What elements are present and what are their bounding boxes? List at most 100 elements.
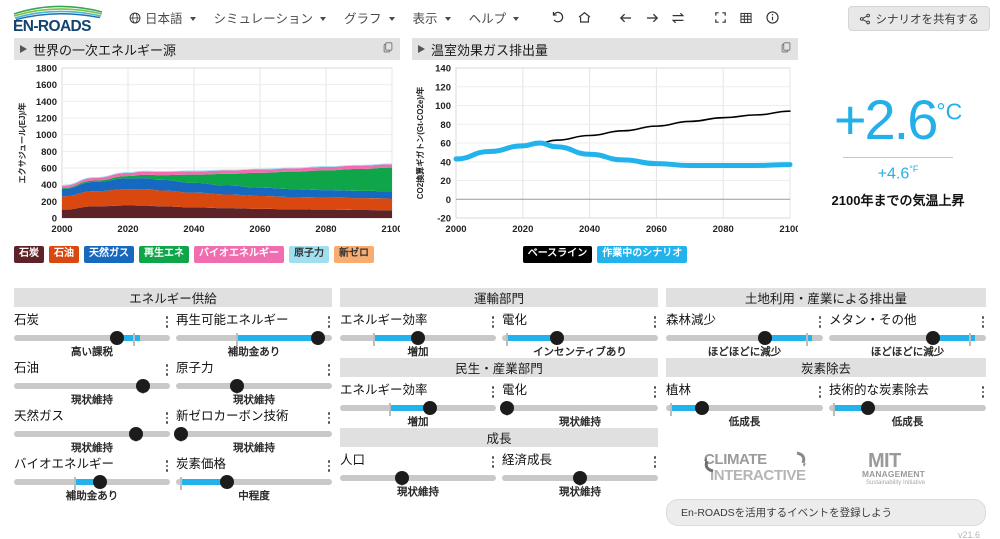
- slider-knob[interactable]: [695, 401, 709, 415]
- slider-options-menu-icon[interactable]: [488, 453, 497, 468]
- slider-knob[interactable]: [136, 379, 150, 393]
- back-arrow-icon[interactable]: [614, 6, 638, 30]
- slider-options-menu-icon[interactable]: [324, 409, 333, 424]
- mit-logo[interactable]: MIT MANAGEMENT Sustainability Initiative: [862, 448, 948, 491]
- x-axis-tick-label: 2080: [315, 224, 336, 235]
- slider-control[interactable]: [502, 330, 658, 346]
- slider-track[interactable]: [502, 405, 658, 411]
- expand-triangle-icon[interactable]: [418, 45, 425, 53]
- slider-knob[interactable]: [758, 331, 772, 345]
- nav-item-simulation[interactable]: シミュレーション: [205, 4, 336, 31]
- slider-options-menu-icon[interactable]: [162, 457, 171, 472]
- slider-track[interactable]: [340, 475, 496, 481]
- slider-knob[interactable]: [220, 475, 234, 489]
- slider-新ゼロカーボン技術: 新ゼロカーボン技術現状維持: [176, 406, 332, 454]
- slider-control[interactable]: [829, 400, 986, 416]
- slider-control[interactable]: [340, 330, 496, 346]
- slider-track[interactable]: [14, 335, 170, 341]
- table-icon[interactable]: [734, 6, 758, 30]
- slider-options-menu-icon[interactable]: [324, 361, 333, 376]
- legend-chip[interactable]: バイオエネルギー: [194, 246, 284, 263]
- slider-knob[interactable]: [174, 427, 188, 441]
- slider-options-menu-icon[interactable]: [650, 383, 659, 398]
- slider-knob[interactable]: [230, 379, 244, 393]
- forward-arrow-icon[interactable]: [640, 6, 664, 30]
- slider-knob[interactable]: [411, 331, 425, 345]
- slider-knob[interactable]: [861, 401, 875, 415]
- legend-chip[interactable]: 原子力: [289, 246, 329, 263]
- slider-track[interactable]: [176, 383, 332, 389]
- slider-knob[interactable]: [550, 331, 564, 345]
- undo-icon[interactable]: [546, 6, 570, 30]
- share-scenario-button[interactable]: シナリオを共有する: [848, 6, 991, 31]
- slider-options-menu-icon[interactable]: [815, 383, 824, 398]
- slider-options-menu-icon[interactable]: [650, 313, 659, 328]
- slider-knob[interactable]: [311, 331, 325, 345]
- slider-control[interactable]: [14, 474, 170, 490]
- chart1-header[interactable]: 世界の一次エネルギー源: [14, 38, 400, 60]
- slider-knob[interactable]: [129, 427, 143, 441]
- slider-knob[interactable]: [423, 401, 437, 415]
- slider-control[interactable]: [502, 470, 658, 486]
- climate-interactive-logo-line1: CLIMATE: [704, 451, 767, 468]
- slider-knob[interactable]: [573, 471, 587, 485]
- legend-chip[interactable]: 天然ガス: [84, 246, 134, 263]
- register-event-button[interactable]: En-ROADSを活用するイベントを登録しよう: [666, 499, 986, 526]
- copy-icon[interactable]: [780, 40, 792, 58]
- nav-item-graph[interactable]: グラフ: [335, 4, 404, 31]
- slider-track[interactable]: [176, 431, 332, 437]
- slider-options-menu-icon[interactable]: [324, 457, 333, 472]
- nav-item-help[interactable]: ヘルプ: [460, 4, 529, 31]
- slider-knob[interactable]: [93, 475, 107, 489]
- expand-triangle-icon[interactable]: [20, 45, 27, 53]
- slider-options-menu-icon[interactable]: [162, 409, 171, 424]
- slider-options-menu-icon[interactable]: [162, 361, 171, 376]
- slider-options-menu-icon[interactable]: [324, 313, 333, 328]
- swap-icon[interactable]: [666, 6, 690, 30]
- slider-control[interactable]: [340, 470, 496, 486]
- slider-options-menu-icon[interactable]: [162, 313, 171, 328]
- slider-options-menu-icon[interactable]: [488, 383, 497, 398]
- legend-chip[interactable]: 石炭: [14, 246, 44, 263]
- slider-control[interactable]: [176, 330, 332, 346]
- climate-interactive-logo[interactable]: CLIMATE INTERACTIVE: [704, 449, 828, 490]
- slider-control[interactable]: [14, 378, 170, 394]
- slider-control[interactable]: [829, 330, 986, 346]
- legend-chip[interactable]: ベースライン: [523, 246, 593, 263]
- chart2-header[interactable]: 温室効果ガス排出量: [412, 38, 798, 60]
- legend-chip[interactable]: 再生エネ: [139, 246, 189, 263]
- nav-item-language[interactable]: 日本語: [120, 4, 205, 31]
- slider-control[interactable]: [14, 330, 170, 346]
- chart2-title: 温室効果ガス排出量: [431, 40, 774, 59]
- slider-options-menu-icon[interactable]: [650, 453, 659, 468]
- nav-item-display[interactable]: 表示: [404, 4, 460, 31]
- slider-track[interactable]: [14, 431, 170, 437]
- home-icon[interactable]: [572, 6, 596, 30]
- slider-control[interactable]: [176, 378, 332, 394]
- slider-knob[interactable]: [926, 331, 940, 345]
- legend-chip[interactable]: 新ゼロ: [334, 246, 374, 263]
- chevron-down-icon: [389, 17, 395, 21]
- slider-options-menu-icon[interactable]: [978, 383, 987, 398]
- legend-chip[interactable]: 作業中のシナリオ: [597, 246, 687, 263]
- slider-control[interactable]: [666, 330, 823, 346]
- slider-knob[interactable]: [110, 331, 124, 345]
- slider-control[interactable]: [14, 426, 170, 442]
- slider-options-menu-icon[interactable]: [815, 313, 824, 328]
- fullscreen-icon[interactable]: [708, 6, 732, 30]
- slider-control[interactable]: [502, 400, 658, 416]
- slider-options-menu-icon[interactable]: [978, 313, 987, 328]
- slider-options-menu-icon[interactable]: [488, 313, 497, 328]
- slider-knob[interactable]: [500, 401, 514, 415]
- info-icon[interactable]: [760, 6, 784, 30]
- slider-control[interactable]: [666, 400, 823, 416]
- copy-icon[interactable]: [382, 40, 394, 58]
- legend-chip[interactable]: 石油: [49, 246, 79, 263]
- slider-knob[interactable]: [395, 471, 409, 485]
- en-roads-logo[interactable]: EN-ROADS: [10, 3, 106, 33]
- slider-control[interactable]: [176, 426, 332, 442]
- slider-control[interactable]: [340, 400, 496, 416]
- slider-control[interactable]: [176, 474, 332, 490]
- footer: CLIMATE INTERACTIVE MIT MANAGEMENT Susta…: [666, 448, 986, 526]
- slider-value-label: 補助金あり: [176, 346, 332, 359]
